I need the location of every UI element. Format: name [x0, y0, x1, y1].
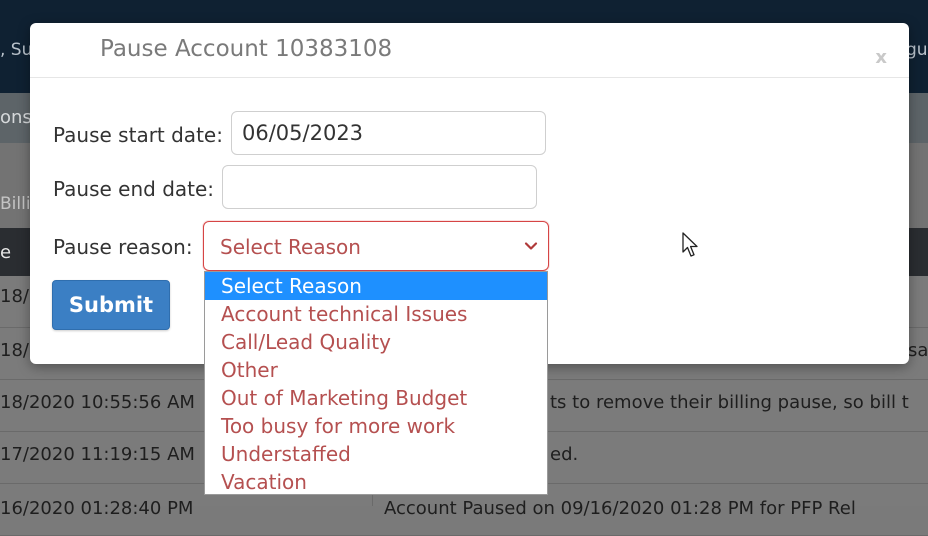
table-header-fragment: e: [0, 242, 12, 263]
modal-header: Pause Account 10383108 x: [30, 23, 909, 78]
option-select-reason[interactable]: Select Reason: [205, 272, 547, 300]
row-date: 17/2020 11:19:15 AM: [0, 444, 195, 465]
row-note: ts to remove their billing pause, so bil…: [550, 392, 909, 413]
row-note: ed.: [550, 444, 579, 465]
option-vacation[interactable]: Vacation: [205, 468, 547, 496]
option-account-technical-issues[interactable]: Account technical Issues: [205, 300, 547, 328]
pause-reason-label: Pause reason:: [53, 235, 193, 259]
pause-end-date-label: Pause end date:: [53, 177, 215, 201]
option-call-lead-quality[interactable]: Call/Lead Quality: [205, 328, 547, 356]
row-date: 16/2020 01:28:40 PM: [0, 498, 194, 519]
pause-reason-options-list: Select Reason Account technical Issues C…: [204, 271, 548, 495]
pause-reason-value: Select Reason: [220, 235, 361, 259]
nav-text-fragment: ons: [0, 107, 32, 128]
mouse-cursor-icon: [682, 232, 698, 257]
row-date: 18/: [0, 286, 29, 307]
topbar-text-fragment-left: , Su: [0, 40, 33, 60]
option-too-busy-for-more-work[interactable]: Too busy for more work: [205, 412, 547, 440]
option-other[interactable]: Other: [205, 356, 547, 384]
option-understaffed[interactable]: Understaffed: [205, 440, 547, 468]
row-note: Account Paused on 09/16/2020 01:28 PM fo…: [384, 498, 856, 519]
submit-button[interactable]: Submit: [52, 280, 170, 330]
option-out-of-marketing-budget[interactable]: Out of Marketing Budget: [205, 384, 547, 412]
pause-start-date-input[interactable]: [231, 111, 546, 155]
row-date: 18/2020 10:55:56 AM: [0, 392, 195, 413]
band-text-fragment: Billi: [0, 194, 31, 214]
close-button[interactable]: x: [875, 47, 887, 68]
pause-start-date-label: Pause start date:: [53, 123, 223, 147]
row-date: 18/: [0, 340, 29, 361]
topbar-text-fragment-right: gu: [906, 40, 928, 60]
pause-reason-select[interactable]: Select Reason: [203, 221, 549, 271]
modal-title: Pause Account 10383108: [100, 36, 393, 62]
row-note: sa: [908, 340, 928, 361]
pause-end-date-input[interactable]: [222, 165, 537, 209]
chevron-down-icon: [524, 242, 538, 250]
